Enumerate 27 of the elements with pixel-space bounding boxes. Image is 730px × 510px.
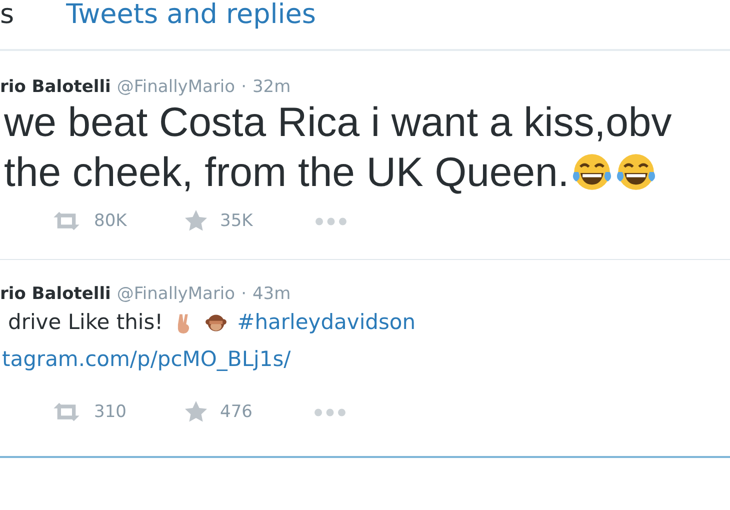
author-handle[interactable]: @FinallyMario xyxy=(116,77,236,97)
retweet-count: 80K xyxy=(94,211,128,231)
author-handle[interactable]: @FinallyMario xyxy=(116,284,236,304)
tweet-time[interactable]: 32m xyxy=(252,77,291,97)
tweet-text: the cheek, from the UK Queen. xyxy=(4,148,570,197)
tweet-time[interactable]: 43m xyxy=(252,284,291,304)
author-name[interactable]: rio Balotelli xyxy=(0,77,111,97)
retweet-count: 310 xyxy=(94,402,128,422)
retweet-icon[interactable] xyxy=(51,401,82,423)
hashtag-link[interactable]: #harleydavidson xyxy=(237,304,416,341)
more-icon[interactable] xyxy=(314,216,347,226)
laughing-face-icon xyxy=(571,151,614,193)
favorite-count: 35K xyxy=(220,211,253,231)
tweet-text: drive Like this! xyxy=(8,309,164,336)
star-icon[interactable] xyxy=(184,209,208,233)
tweet-text: we beat Costa Rica i want a kiss,obv xyxy=(4,98,672,147)
profile-tab[interactable]: Tweets and replies xyxy=(66,0,316,30)
retweet-icon[interactable] xyxy=(51,210,82,232)
favorite-count: 476 xyxy=(220,402,252,422)
laughing-face-icon xyxy=(615,151,658,193)
more-icon[interactable] xyxy=(314,408,346,416)
author-name[interactable]: rio Balotelli xyxy=(0,284,111,304)
star-icon[interactable] xyxy=(184,400,208,424)
separator: · xyxy=(241,284,246,304)
profile-tab[interactable]: s xyxy=(0,0,14,30)
url-link[interactable]: tagram.com/p/pcMO_BLj1s/ xyxy=(2,341,291,378)
separator: · xyxy=(241,77,246,97)
